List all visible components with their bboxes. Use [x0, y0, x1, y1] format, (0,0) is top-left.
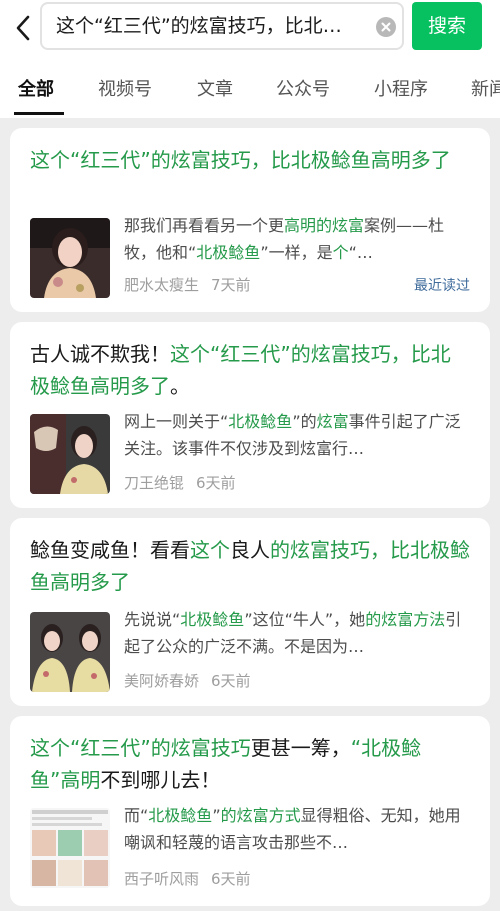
active-tab-indicator — [14, 112, 64, 115]
plain-text: ”的 — [292, 412, 317, 431]
result-title[interactable]: 鲶鱼变咸鱼！看看这个良人的炫富技巧，比北极鲶鱼高明多了 — [30, 534, 470, 598]
result-thumbnail — [30, 218, 110, 298]
plain-text: 先说说“ — [124, 610, 181, 629]
highlighted-text: 这个 — [190, 538, 230, 562]
tab-channels[interactable]: 视频号 — [98, 76, 152, 104]
plain-text: ”一样，是 — [260, 243, 333, 262]
plain-text: 。 — [170, 374, 190, 398]
back-button[interactable] — [8, 8, 38, 48]
result-author[interactable]: 刀王绝锟 — [124, 474, 184, 492]
highlighted-text: 北极鲶鱼 — [148, 806, 213, 825]
result-meta: 美阿娇春娇 6天前 — [124, 670, 251, 692]
plain-text: ”这位“牛人”，她 — [244, 610, 366, 629]
search-input[interactable]: 这个“红三代”的炫富技巧，比北极鲶鱼高明多了 — [56, 4, 360, 48]
result-snippet: 网上一则关于“北极鲶鱼”的炫富事件引起了广泛关注。该事件不仅涉及到炫富行… — [124, 408, 476, 462]
result-author[interactable]: 美阿娇春娇 — [124, 672, 199, 690]
highlighted-text: 北极鲶鱼 — [228, 412, 293, 431]
result-title[interactable]: 这个“红三代”的炫富技巧，比北极鲶鱼高明多了 — [30, 144, 470, 176]
category-tabs: 全部 视频号 文章 公众号 小程序 新闻 — [0, 62, 500, 118]
plain-text: 鲶鱼变咸鱼！看看 — [30, 538, 190, 562]
highlighted-text: 个 — [332, 243, 349, 262]
result-snippet: 那我们再看看另一个更高明的炫富案例——杜牧，他和“北极鲶鱼”一样，是个“… — [124, 212, 476, 266]
result-age: 6天前 — [196, 474, 236, 492]
result-age: 6天前 — [211, 672, 251, 690]
recently-read-badge: 最近读过 — [414, 278, 470, 294]
plain-text: 不到哪儿去！ — [100, 768, 221, 792]
clear-icon — [381, 22, 391, 32]
plain-text: 而“ — [124, 806, 149, 825]
highlighted-text: 炫富 — [316, 412, 349, 431]
result-meta: 西子听风雨 6天前 — [124, 868, 251, 890]
result-card[interactable]: 鲶鱼变咸鱼！看看这个良人的炫富技巧，比北极鲶鱼高明多了 先说说“北极鲶鱼”这位“… — [10, 518, 490, 706]
back-arrow-icon — [16, 15, 30, 41]
result-snippet: 而“北极鲶鱼”的炫富方式显得粗俗、无知，她用嘲讽和轻蔑的语言攻击那些不… — [124, 802, 476, 856]
highlighted-text: 的炫富方式 — [220, 806, 301, 825]
clear-button[interactable] — [376, 17, 396, 37]
search-header: 这个“红三代”的炫富技巧，比北极鲶鱼高明多了 搜索 — [0, 0, 500, 62]
plain-text: 那我们再看看另一个更 — [124, 216, 285, 235]
result-meta: 肥水太瘦生 7天前 — [124, 274, 251, 296]
result-meta: 刀王绝锟 6天前 — [124, 472, 236, 494]
result-thumbnail — [30, 808, 110, 888]
plain-text: ” — [212, 806, 221, 825]
tab-all[interactable]: 全部 — [18, 76, 54, 104]
result-card[interactable]: 古人诚不欺我！这个“红三代”的炫富技巧，比北极鲶鱼高明多了。 网上一则关于“北极… — [10, 322, 490, 508]
highlighted-text: 的炫富方法 — [365, 610, 446, 629]
tab-mini-programs[interactable]: 小程序 — [374, 76, 428, 104]
result-card[interactable]: 这个“红三代”的炫富技巧，比北极鲶鱼高明多了 那我们再看看另一个更高明的炫富案例… — [10, 128, 490, 312]
plain-text: 良人 — [230, 538, 270, 562]
result-thumbnail — [30, 612, 110, 692]
plain-text: 网上一则关于“ — [124, 412, 229, 431]
tab-articles[interactable]: 文章 — [197, 76, 233, 104]
plain-text: “… — [348, 243, 373, 262]
result-title[interactable]: 古人诚不欺我！这个“红三代”的炫富技巧，比北极鲶鱼高明多了。 — [30, 338, 470, 402]
highlighted-text: 这个“红三代”的炫富技巧 — [30, 736, 251, 760]
tab-news[interactable]: 新闻 — [471, 76, 500, 104]
result-thumbnail — [30, 414, 110, 494]
highlighted-text: 北极鲶鱼 — [196, 243, 261, 262]
result-title[interactable]: 这个“红三代”的炫富技巧更甚一筹，“北极鲶鱼”高明不到哪儿去！ — [30, 732, 470, 796]
highlighted-text: 北极鲶鱼 — [180, 610, 245, 629]
highlighted-text: 这个“红三代”的炫富技巧，比北极鲶鱼高明多了 — [30, 148, 451, 172]
result-author[interactable]: 西子听风雨 — [124, 870, 199, 888]
search-box: 这个“红三代”的炫富技巧，比北极鲶鱼高明多了 — [40, 2, 404, 50]
result-age: 7天前 — [211, 276, 251, 294]
highlighted-text: 高明的炫富 — [284, 216, 365, 235]
result-card[interactable]: 这个“红三代”的炫富技巧更甚一筹，“北极鲶鱼”高明不到哪儿去！ 而“北极鲶鱼”的… — [10, 716, 490, 906]
plain-text: 古人诚不欺我！ — [30, 342, 170, 366]
result-snippet: 先说说“北极鲶鱼”这位“牛人”，她的炫富方法引起了公众的广泛不满。不是因为… — [124, 606, 476, 660]
tab-official-accounts[interactable]: 公众号 — [276, 76, 330, 104]
search-button[interactable]: 搜索 — [412, 2, 482, 50]
plain-text: 更甚一筹， — [250, 736, 351, 760]
result-age: 6天前 — [211, 870, 251, 888]
result-author[interactable]: 肥水太瘦生 — [124, 276, 199, 294]
